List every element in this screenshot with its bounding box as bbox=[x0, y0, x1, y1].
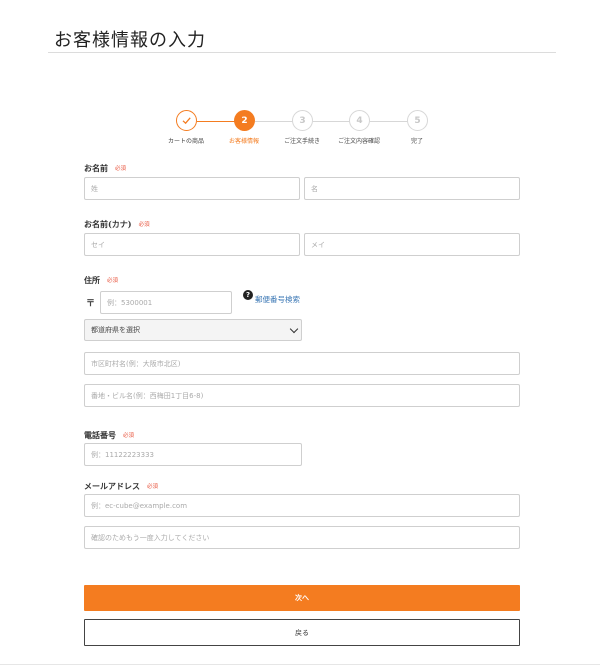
phone-label-text: 電話番号 bbox=[84, 430, 116, 440]
required-badge: 必須 bbox=[147, 484, 159, 490]
back-button[interactable]: 戻る bbox=[84, 619, 520, 646]
step-3-circle: 3 bbox=[292, 110, 313, 131]
first-name-kana-input[interactable] bbox=[304, 233, 520, 256]
footer-divider bbox=[0, 664, 600, 665]
email-confirm-input[interactable] bbox=[84, 526, 520, 549]
address-label: 住所 必須 bbox=[84, 275, 118, 286]
prefecture-select[interactable]: 都道府県を選択 bbox=[84, 319, 302, 341]
step-connector bbox=[255, 121, 296, 122]
step-5-label: 完了 bbox=[410, 138, 423, 145]
phone-input[interactable] bbox=[84, 443, 302, 466]
step-1-circle bbox=[176, 110, 197, 131]
email-input[interactable] bbox=[84, 494, 520, 517]
first-name-input[interactable] bbox=[304, 177, 520, 200]
required-badge: 必須 bbox=[123, 433, 135, 439]
last-name-kana-input[interactable] bbox=[84, 233, 300, 256]
name-label-text: お名前 bbox=[84, 163, 108, 173]
required-badge: 必須 bbox=[138, 222, 150, 228]
phone-label: 電話番号 必須 bbox=[84, 430, 134, 441]
prefecture-select-value: 都道府県を選択 bbox=[91, 326, 140, 334]
required-badge: 必須 bbox=[107, 278, 119, 284]
step-connector bbox=[370, 121, 408, 122]
street-input[interactable] bbox=[84, 384, 520, 407]
email-label-text: メールアドレス bbox=[84, 481, 140, 491]
postal-mark: 〒 bbox=[86, 299, 96, 309]
name-label: お名前 必須 bbox=[84, 163, 126, 174]
page-title: お客様情報の入力 bbox=[54, 30, 206, 51]
last-name-input[interactable] bbox=[84, 177, 300, 200]
address-label-text: 住所 bbox=[84, 275, 100, 285]
step-2-circle: 2 bbox=[234, 110, 255, 131]
kana-label-text: お名前(カナ) bbox=[84, 219, 132, 229]
checkout-stepper: 2 3 4 5 カートの商品 お客様情報 ご注文手続き ご注文内容確認 完了 bbox=[0, 110, 600, 150]
help-icon[interactable]: ? bbox=[243, 290, 253, 300]
city-input[interactable] bbox=[84, 352, 520, 375]
postal-code-input[interactable] bbox=[100, 291, 232, 314]
next-button[interactable]: 次へ bbox=[84, 585, 520, 611]
chevron-down-icon bbox=[289, 324, 299, 334]
title-divider bbox=[48, 52, 556, 53]
checkmark-icon bbox=[182, 117, 191, 125]
step-4-circle: 4 bbox=[349, 110, 370, 131]
zip-search-link[interactable]: 郵便番号検索 bbox=[255, 294, 300, 305]
step-connector bbox=[197, 121, 238, 122]
email-label: メールアドレス 必須 bbox=[84, 481, 158, 492]
required-badge: 必須 bbox=[115, 166, 127, 172]
kana-label: お名前(カナ) 必須 bbox=[84, 219, 150, 230]
step-5-circle: 5 bbox=[407, 110, 428, 131]
step-connector bbox=[313, 121, 353, 122]
